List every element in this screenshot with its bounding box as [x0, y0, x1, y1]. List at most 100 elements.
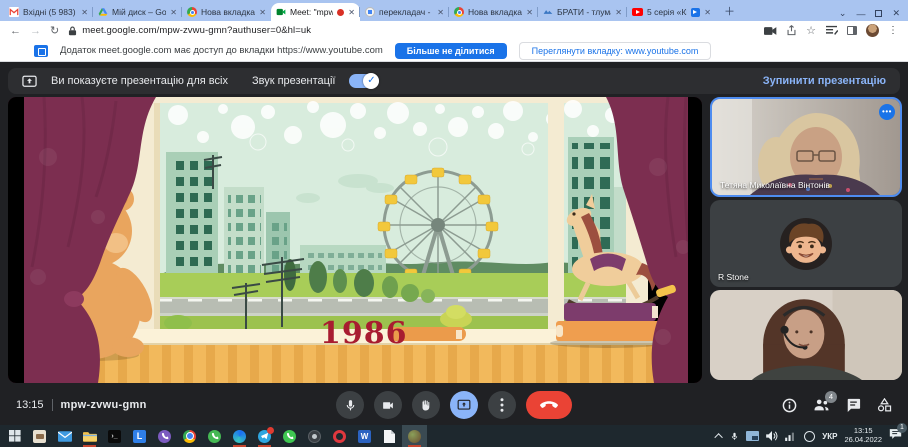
tab-close-icon[interactable]: ✕	[526, 8, 533, 17]
tab-title: перекладач - П	[379, 7, 433, 17]
reload-icon[interactable]: ↻	[50, 24, 59, 37]
mic-button[interactable]	[336, 391, 364, 419]
participant-3-video	[710, 290, 902, 380]
tab-close-icon[interactable]: ✕	[170, 8, 177, 17]
notification-badge	[267, 427, 274, 434]
system-tray: УКР 13:15 26.04.2022 1	[717, 427, 906, 445]
taskbar-console-app[interactable]: ›_	[102, 425, 127, 447]
bookmark-star-icon[interactable]: ☆	[806, 24, 816, 37]
raise-hand-button[interactable]	[412, 391, 440, 419]
tab-youtube[interactable]: 5 серія «Кни ✕	[627, 3, 716, 21]
participants-button[interactable]: 4	[813, 398, 830, 412]
phone-icon	[161, 432, 169, 440]
slide-illustration: 1986	[8, 97, 702, 383]
taskbar-whatsapp-app[interactable]	[277, 425, 302, 447]
taskbar-word-app[interactable]: W	[352, 425, 377, 447]
view-tab-button[interactable]: Переглянути вкладку: www.youtube.com	[519, 42, 712, 60]
back-icon[interactable]: ←	[10, 25, 21, 37]
taskbar-edge-app[interactable]	[227, 425, 252, 447]
taskbar-green-phone-app[interactable]	[202, 425, 227, 447]
camera-button[interactable]	[374, 391, 402, 419]
reading-list-icon[interactable]	[825, 25, 838, 36]
new-tab-button[interactable]: ＋	[716, 3, 743, 21]
taskbar-opera-app[interactable]	[327, 425, 352, 447]
tray-network-icon[interactable]	[785, 431, 797, 441]
tab-search-chevron-icon[interactable]: ⌄	[839, 8, 847, 19]
tab-close-icon[interactable]: ✕	[704, 8, 711, 17]
taskbar-viber-app[interactable]	[152, 425, 177, 447]
presenting-status-text: Ви показуєте презентацію для всіх	[51, 75, 228, 87]
windows-logo-icon	[9, 430, 21, 442]
tab-audio-icon[interactable]	[691, 8, 700, 17]
presentation-audio-toggle[interactable]: ✓	[349, 74, 379, 88]
meeting-details-button[interactable]	[782, 398, 797, 413]
tab-meet-active[interactable]: Meet: "mpw ✕	[271, 3, 360, 21]
action-center-badge: 1	[897, 423, 907, 433]
browser-tab-strip: Вхідні (5 983) - І ✕ Мій диск – Goo ✕ Но…	[0, 0, 908, 21]
tray-mic-icon[interactable]	[730, 431, 739, 442]
tab-close-icon[interactable]: ✕	[259, 8, 266, 17]
window-maximize-button[interactable]	[875, 10, 882, 17]
taskbar-photos-app[interactable]	[27, 425, 52, 447]
taskbar-file-explorer[interactable]	[77, 425, 102, 447]
more-options-icon[interactable]: •••	[879, 104, 895, 120]
taskbar-telegram-app[interactable]	[252, 425, 277, 447]
chrome-favicon	[454, 7, 464, 17]
tab-share-icon	[34, 45, 48, 57]
tray-sync-icon[interactable]	[804, 431, 815, 442]
tab-braty[interactable]: БРАТИ - тлумач ✕	[538, 3, 627, 21]
tab-title: Мій диск – Goo	[112, 7, 166, 17]
tray-expand-icon[interactable]	[715, 433, 723, 441]
more-options-button[interactable]	[488, 391, 516, 419]
notification-text: Додаток meet.google.com має доступ до вк…	[60, 45, 383, 56]
tray-clock[interactable]: 13:15 26.04.2022	[844, 427, 882, 444]
present-screen-button[interactable]	[450, 391, 478, 419]
tab-close-icon[interactable]: ✕	[81, 8, 88, 17]
end-call-icon	[540, 401, 558, 409]
address-bar[interactable]: meet.google.com/mpw-zvwu-gmn?authuser=0&…	[68, 24, 816, 37]
tab-close-icon[interactable]: ✕	[615, 8, 622, 17]
share-icon[interactable]	[786, 25, 797, 36]
profile-avatar[interactable]	[866, 24, 879, 37]
edge-icon	[233, 430, 246, 443]
tab-translate[interactable]: перекладач - П ✕	[360, 3, 449, 21]
leave-call-button[interactable]	[526, 391, 572, 419]
word-letter: W	[358, 430, 371, 443]
tray-volume-icon[interactable]	[766, 431, 778, 441]
taskbar-l-app[interactable]: L	[127, 425, 152, 447]
present-screen-icon	[457, 399, 471, 411]
tab-close-icon[interactable]: ✕	[348, 8, 355, 17]
tab-capture-icon[interactable]	[764, 26, 777, 36]
mail-icon	[58, 431, 72, 442]
browser-menu-icon[interactable]: ⋮	[888, 25, 898, 36]
start-button[interactable]	[2, 425, 27, 447]
tab-drive[interactable]: Мій диск – Goo ✕	[93, 3, 182, 21]
tab-newtab-1[interactable]: Нова вкладка ✕	[182, 3, 271, 21]
tab-gmail[interactable]: Вхідні (5 983) - І ✕	[4, 3, 93, 21]
participant-tile-3[interactable]	[710, 290, 902, 380]
stop-presentation-button[interactable]: Зупинити презентацію	[763, 75, 886, 87]
activities-button[interactable]	[877, 398, 892, 412]
chat-icon	[846, 398, 861, 412]
window-minimize-button[interactable]: —	[856, 9, 865, 19]
tab-close-icon[interactable]: ✕	[437, 8, 444, 17]
taskbar-mail-app[interactable]	[52, 425, 77, 447]
taskbar-document-app[interactable]	[377, 425, 402, 447]
window-close-button[interactable]: ✕	[892, 8, 900, 19]
taskbar-dark-app[interactable]	[302, 425, 327, 447]
phone-icon	[286, 432, 294, 440]
language-indicator[interactable]: УКР	[822, 432, 837, 441]
side-panel-icon[interactable]	[847, 26, 857, 35]
tray-pip-icon[interactable]	[746, 431, 759, 441]
chat-button[interactable]	[846, 398, 861, 412]
taskbar-active-app[interactable]	[402, 425, 427, 447]
participant-tile-1[interactable]: Тетяна Миколаївна Вінтонів •••	[710, 97, 902, 197]
opera-icon	[333, 430, 346, 443]
taskbar-chrome-app[interactable]	[177, 425, 202, 447]
forward-icon[interactable]: →	[30, 25, 41, 37]
stop-sharing-button[interactable]: Більше не ділитися	[395, 43, 507, 59]
action-center-button[interactable]: 1	[889, 427, 902, 445]
presentation-stage: 1986	[8, 97, 702, 383]
tab-newtab-2[interactable]: Нова вкладка ✕	[449, 3, 538, 21]
participant-tile-2[interactable]: R Stone	[710, 200, 902, 287]
